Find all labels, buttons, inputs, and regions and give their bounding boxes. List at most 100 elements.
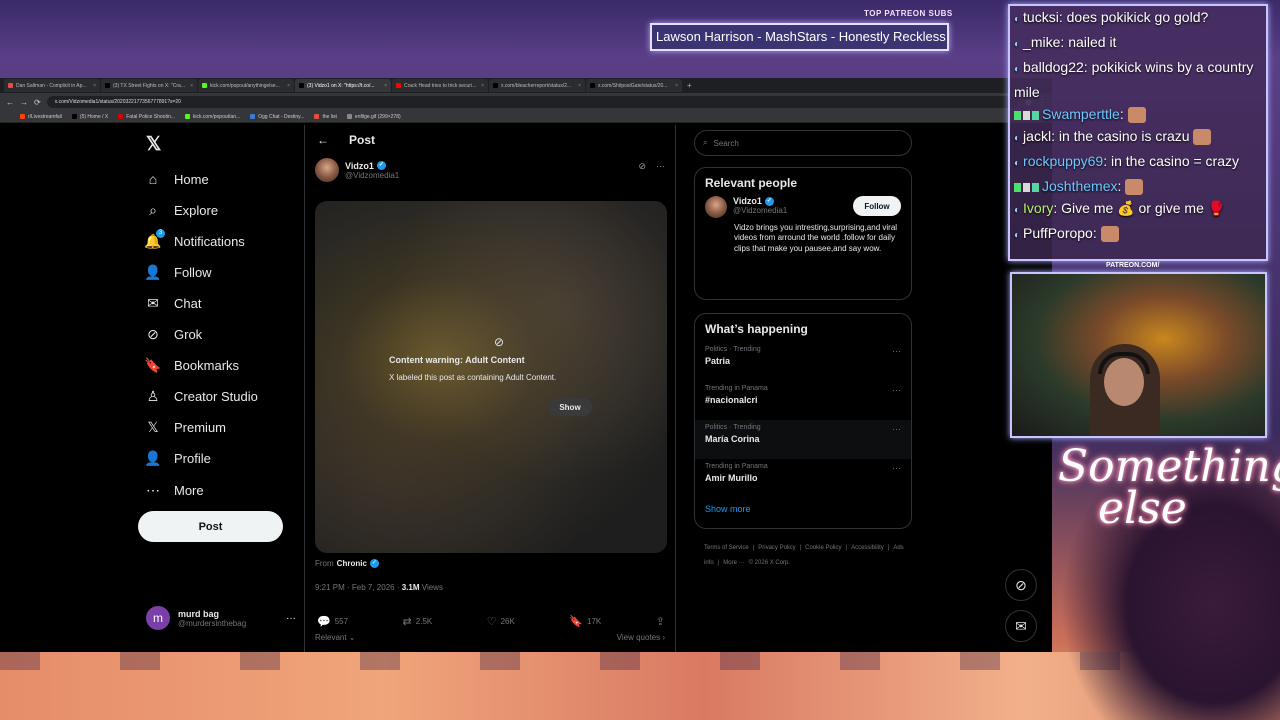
bookmark-item[interactable]: Fatal Police Shootin... xyxy=(118,114,175,120)
trend-item[interactable]: Trending in Panama #nacionalcri ··· xyxy=(695,381,911,420)
sort-dropdown[interactable]: Relevant ⌄ xyxy=(315,633,356,642)
nav-item-explore[interactable]: ⌕ Explore xyxy=(144,198,218,222)
chat-username: _mike xyxy=(1023,34,1061,50)
browser-tab[interactable]: Dan Saltman - Complicit in Ap... × xyxy=(4,79,100,92)
bookmark-item[interactable]: the list xyxy=(314,114,337,120)
content-warning: ⊘ Content warning: Adult Content X label… xyxy=(389,335,609,382)
nav-item-creator-studio[interactable]: ♙ Creator Studio xyxy=(144,385,258,409)
emote-icon xyxy=(1193,129,1212,146)
favicon-icon xyxy=(250,114,256,119)
account-switcher[interactable]: m murd bag @murdersinthebag ··· xyxy=(146,603,296,633)
close-icon[interactable]: × xyxy=(384,83,387,89)
nav-item-premium[interactable]: 𝕏 Premium xyxy=(144,416,226,440)
trend-item[interactable]: Trending in Panama Amir Murillo ··· xyxy=(695,459,911,498)
bookmark-item[interactable]: kick.com/popout/an... xyxy=(184,114,240,120)
blurred-media[interactable]: ⊘ Content warning: Adult Content X label… xyxy=(315,201,667,553)
nav-item-chat[interactable]: ✉ Chat xyxy=(144,291,201,315)
premium-icon: 𝕏 xyxy=(147,419,159,436)
browser-tab[interactable]: (3) Vidzo1 on X: "https://t.co/... × xyxy=(295,79,391,92)
chat-badge-icon: ◐ xyxy=(1014,39,1021,50)
show-more-link[interactable]: Show more xyxy=(695,498,911,524)
new-tab-button[interactable]: + xyxy=(683,81,696,90)
trend-item[interactable]: Politics · Trending María Corina ··· xyxy=(695,420,911,459)
close-icon[interactable]: × xyxy=(578,83,581,89)
footer-link[interactable]: Cookie Policy xyxy=(805,545,841,551)
trend-item[interactable]: Politics · Trending Patria ··· xyxy=(695,342,911,381)
post-button[interactable]: Post xyxy=(138,511,283,542)
close-icon[interactable]: × xyxy=(675,83,678,89)
post-time[interactable]: 9:21 PM · Feb 7, 2026 · xyxy=(315,583,400,592)
x-logo-icon[interactable]: 𝕏 xyxy=(146,133,161,156)
nav-item-home[interactable]: ⌂ Home xyxy=(144,167,209,191)
bookmark-item[interactable]: Ogg Chat - Destiny... xyxy=(250,114,304,120)
channel-logo: Something else xyxy=(1058,441,1280,534)
browser-tab[interactable]: x.com/ShitpostGate/status/20... × xyxy=(586,79,682,92)
footer-link[interactable]: Accessibility xyxy=(851,545,884,551)
nav-item-bookmarks[interactable]: 🔖 Bookmarks xyxy=(144,354,239,378)
close-icon[interactable]: × xyxy=(287,83,290,89)
footer-link[interactable]: Terms of Service xyxy=(704,545,749,551)
emote-icon xyxy=(1125,179,1144,196)
nav-item-notifications[interactable]: 🔔 3 Notifications xyxy=(144,228,245,253)
share-button[interactable]: ⇪ xyxy=(656,615,665,628)
person-name[interactable]: Vidzo1 xyxy=(733,196,762,206)
bookmark-item[interactable]: enfilge.gif (299×278) xyxy=(346,114,401,120)
browser-tab[interactable]: (3) TX Street Fights on X: "Cra... × xyxy=(101,79,197,92)
show-button[interactable]: Show xyxy=(548,398,592,416)
close-icon[interactable]: × xyxy=(93,83,96,89)
reply-button[interactable]: 💬 557 xyxy=(317,615,348,628)
messages-icon[interactable]: ✉ xyxy=(1005,610,1037,642)
nav-item-more[interactable]: ⋯ More xyxy=(144,478,204,502)
nav-item-grok[interactable]: ⊘ Grok xyxy=(144,323,202,347)
more-icon[interactable]: ··· xyxy=(892,346,901,356)
footer-separator: | xyxy=(799,545,802,551)
more-icon[interactable]: ··· xyxy=(892,424,901,434)
sub-badge-icon xyxy=(1014,182,1039,192)
back-arrow-icon[interactable]: ← xyxy=(317,133,329,147)
bookmark-item[interactable]: (5) Home / X xyxy=(71,114,108,120)
grok-icon[interactable]: ⊘ xyxy=(1005,569,1037,601)
bookmark-item[interactable]: r/Livestreamfail xyxy=(20,114,62,120)
bookmark-button[interactable]: 🔖 17K xyxy=(569,615,601,628)
url-field[interactable]: x.com/Vidzomedia1/status/202032217735677… xyxy=(46,96,1019,108)
patreon-label: TOP PATREON SUBS xyxy=(864,9,953,18)
repost-button[interactable]: ⇄ 2.5K xyxy=(403,615,433,628)
notification-badge: 3 xyxy=(156,228,165,238)
grok-icon[interactable]: ⊘ xyxy=(638,161,646,172)
more-icon[interactable]: ··· xyxy=(286,613,296,624)
chat-text: nailed it xyxy=(1068,34,1117,50)
like-button[interactable]: ♡ 26K xyxy=(487,615,515,628)
nav-item-profile[interactable]: 👤 Profile xyxy=(144,447,211,471)
back-icon[interactable]: ← xyxy=(6,98,14,107)
favicon-icon xyxy=(346,114,352,119)
search-input[interactable]: ⌕ Search xyxy=(694,130,912,156)
person-handle: @Vidzomedia1 xyxy=(733,206,788,215)
view-quotes-link[interactable]: View quotes › xyxy=(617,633,665,642)
more-icon[interactable]: ··· xyxy=(892,385,901,395)
chat-message: ◐ Ivory: Give me 💰 or give me 🥊 xyxy=(1014,200,1226,216)
forward-icon[interactable]: → xyxy=(20,98,28,107)
footer-link[interactable]: More ··· xyxy=(723,560,744,566)
close-icon[interactable]: × xyxy=(190,83,193,89)
browser-tab[interactable]: kick.com/popout/anythingelse... × xyxy=(198,79,294,92)
author-avatar[interactable] xyxy=(315,158,339,182)
author-name[interactable]: Vidzo1 xyxy=(345,161,374,171)
favicon-icon xyxy=(396,83,401,88)
reload-icon[interactable]: ⟳ xyxy=(34,98,41,107)
more-icon[interactable]: ··· xyxy=(892,463,901,473)
nav-item-follow[interactable]: 👤 Follow xyxy=(144,260,211,284)
footer-link[interactable]: © 2026 X Corp. xyxy=(749,560,790,566)
follow-button[interactable]: Follow xyxy=(853,196,901,216)
close-icon[interactable]: × xyxy=(481,83,484,89)
from-source-link[interactable]: Chronic xyxy=(337,559,367,568)
person-bio: Vidzo brings you intresting,surprising,a… xyxy=(734,223,898,253)
emote-icon xyxy=(1100,226,1119,243)
person-avatar[interactable] xyxy=(705,196,727,218)
post-author[interactable]: Vidzo1 ✓ @Vidzomedia1 xyxy=(315,158,399,182)
browser-tab[interactable]: Crack Head tries to trick securi... × xyxy=(392,79,488,92)
chat-message: ◐ jackl: in the casino is crazu xyxy=(1010,125,1266,150)
browser-tab[interactable]: x.com/bleacherreport/status/2... × xyxy=(489,79,585,92)
avatar: m xyxy=(146,606,170,630)
footer-link[interactable]: Privacy Policy xyxy=(758,545,795,551)
more-options-icon[interactable]: ··· xyxy=(656,161,665,172)
